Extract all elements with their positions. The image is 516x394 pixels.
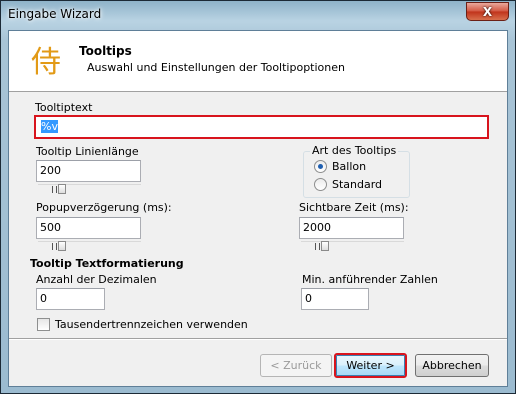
- visible-time-value: 2000: [303, 221, 331, 234]
- close-icon: X: [482, 4, 493, 19]
- decimals-input[interactable]: 0: [36, 288, 105, 310]
- page-subtitle: Auswahl und Einstellungen der Tooltipopt…: [87, 61, 345, 74]
- wizard-header: 侍 Tooltips Auswahl und Einstellungen der…: [9, 31, 507, 92]
- visible-time-input[interactable]: 2000: [299, 217, 404, 239]
- page-title: Tooltips: [79, 44, 132, 58]
- footer-divider: [9, 338, 507, 340]
- cancel-button[interactable]: Abbrechen: [415, 354, 489, 377]
- radio-unselected-icon: [314, 178, 327, 191]
- tooltip-type-label: Art des Tooltips: [310, 144, 399, 157]
- decimals-value: 0: [40, 292, 47, 305]
- thousands-separator-checkbox[interactable]: Tausendertrennzeichen verwenden: [37, 318, 248, 331]
- popup-delay-input[interactable]: 500: [36, 217, 141, 239]
- thousands-separator-label: Tausendertrennzeichen verwenden: [55, 318, 248, 331]
- samurai-kanji-icon: 侍: [31, 45, 61, 80]
- popup-delay-slider[interactable]: [38, 241, 141, 251]
- visible-time-slider[interactable]: [301, 241, 404, 251]
- line-length-input[interactable]: 200: [36, 160, 141, 182]
- line-length-value: 200: [40, 164, 61, 177]
- wizard-window: Eingabe Wizard X 侍 Tooltips Auswahl und …: [0, 0, 516, 394]
- radio-ballon[interactable]: Ballon: [314, 160, 366, 173]
- next-button[interactable]: Weiter >: [334, 353, 407, 378]
- leading-digits-label: Min. anführender Zahlen: [302, 273, 438, 286]
- popup-delay-slider-thumb[interactable]: [58, 241, 66, 251]
- tooltip-type-group: Art des Tooltips Ballon Standard: [303, 144, 410, 198]
- leading-digits-input[interactable]: 0: [301, 288, 369, 310]
- radio-standard[interactable]: Standard: [314, 178, 382, 191]
- tooltiptext-value: %v: [41, 120, 58, 133]
- window-title: Eingabe Wizard: [8, 7, 102, 21]
- popup-delay-value: 500: [40, 221, 61, 234]
- radio-selected-icon: [314, 160, 327, 173]
- leading-digits-value: 0: [305, 292, 312, 305]
- checkbox-unchecked-icon: [37, 318, 50, 331]
- title-bar[interactable]: Eingabe Wizard X: [1, 1, 515, 29]
- close-button[interactable]: X: [466, 2, 509, 21]
- visible-time-slider-thumb[interactable]: [321, 241, 329, 251]
- popup-delay-label: Popupverzögerung (ms):: [36, 201, 172, 214]
- dialog-client-area: 侍 Tooltips Auswahl und Einstellungen der…: [8, 30, 508, 387]
- radio-ballon-label: Ballon: [332, 160, 367, 173]
- radio-standard-label: Standard: [332, 178, 383, 191]
- back-button[interactable]: < Zurück: [260, 354, 332, 377]
- line-length-slider[interactable]: [38, 184, 141, 194]
- formatting-title: Tooltip Textformatierung: [30, 257, 184, 270]
- line-length-label: Tooltip Linienlänge: [36, 145, 139, 158]
- tooltiptext-label: Tooltiptext: [35, 101, 93, 114]
- visible-time-label: Sichtbare Zeit (ms):: [299, 201, 409, 214]
- tooltiptext-input[interactable]: %v: [34, 115, 489, 139]
- decimals-label: Anzahl der Dezimalen: [36, 273, 157, 286]
- line-length-slider-thumb[interactable]: [58, 184, 66, 194]
